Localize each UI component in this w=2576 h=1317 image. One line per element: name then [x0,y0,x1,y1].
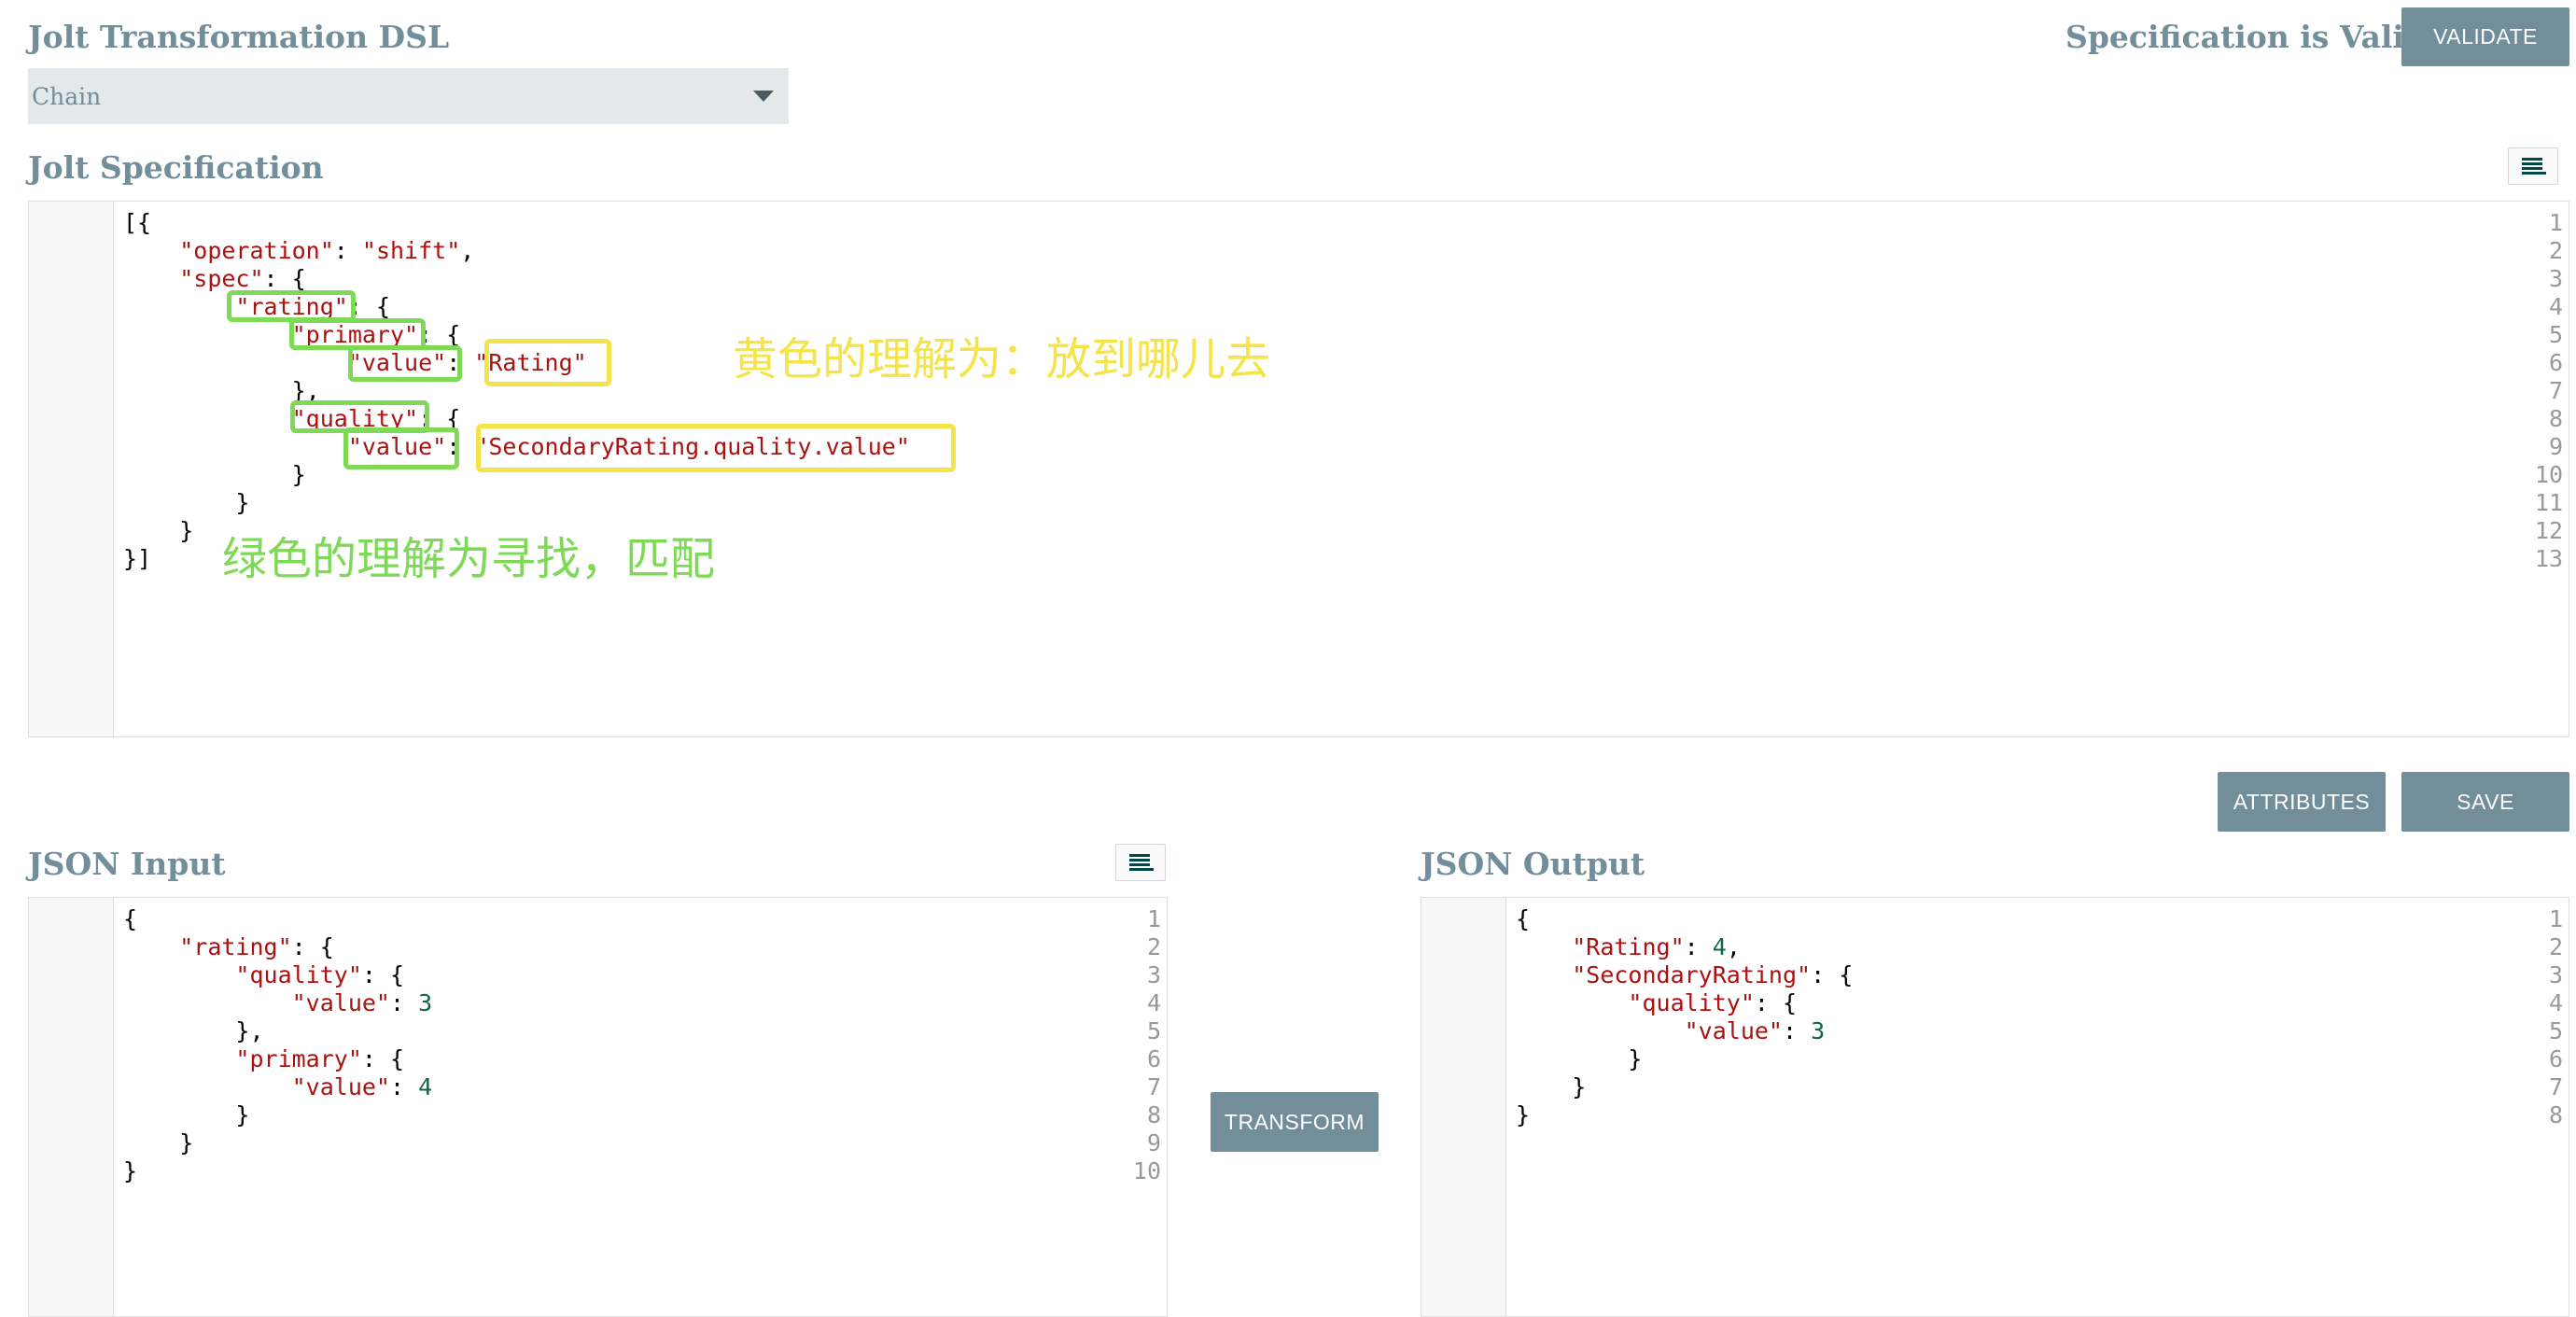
code-line: "value": 3 [1684,1017,1826,1044]
code-line: }, [123,377,320,404]
green-highlight-value-quality [343,427,459,469]
input-gutter [29,898,114,1316]
code-line: "spec": { [179,265,306,292]
line-number: 1 [1146,905,1161,932]
code-line: } [123,489,250,516]
green-highlight-value-primary [348,345,462,382]
line-number: 3 [1146,961,1161,988]
code-line: "primary": { [235,1045,405,1072]
code-line: } [123,517,194,544]
line-number: 9 [2548,433,2563,460]
line-number: 6 [2548,349,2563,376]
output-editor: 1{2 "Rating": 4, 3 "SecondaryRating": {4 … [1421,897,2569,1317]
line-number: 1 [2548,905,2563,932]
input-format-button[interactable] [1115,844,1166,881]
dsl-select-value: Chain [32,82,102,110]
code-line: "Rating": 4, [1572,933,1741,960]
validate-button[interactable]: VALIDATE [2401,7,2569,66]
yellow-note: 黄色的理解为：放到哪儿去 [733,333,1271,385]
spec-gutter [29,202,114,736]
line-number: 5 [2548,1017,2563,1044]
line-number: 9 [1146,1129,1161,1156]
line-number: 4 [1146,989,1161,1016]
code-line: } [123,461,306,488]
line-number: 1 [2548,209,2563,236]
line-number: 11 [2534,489,2563,516]
code-line: "quality": { [235,961,405,988]
code-line: "rating": { [179,933,334,960]
code-line: [{ [123,209,152,236]
save-button[interactable]: SAVE [2401,772,2569,832]
line-number: 2 [1146,933,1161,960]
line-number: 7 [2548,1073,2563,1100]
code-line: "SecondaryRating": { [1572,961,1854,988]
code-line: } [123,1129,194,1156]
code-line: } [1516,1073,1587,1100]
code-line: "value": 4 [291,1073,433,1100]
input-title: JSON Input [28,846,226,882]
yellow-highlight-rating-target [484,339,611,386]
spec-title: Jolt Specification [28,149,324,186]
line-number: 7 [2548,377,2563,404]
line-number: 3 [2548,961,2563,988]
chevron-down-icon [753,91,774,102]
code-line: }] [123,545,152,572]
code-line: }, [123,1017,264,1044]
code-line: } [1516,1101,1531,1128]
line-number: 6 [1146,1045,1161,1072]
line-number: 13 [2534,545,2563,572]
line-number: 4 [2548,989,2563,1016]
line-number: 5 [1146,1017,1161,1044]
line-number: 7 [1146,1073,1161,1100]
line-number: 5 [2548,321,2563,348]
line-number: 10 [2534,461,2563,488]
code-line: { [1516,905,1531,932]
line-number: 6 [2548,1045,2563,1072]
code-line: } [1516,1045,1643,1072]
page-title: Jolt Transformation DSL [28,19,450,55]
yellow-highlight-secondary-target [476,424,956,472]
spec-format-button[interactable] [2508,147,2558,185]
validation-status: Specification is Valid [2065,19,2426,55]
line-number: 2 [2548,237,2563,264]
line-number: 12 [2534,517,2563,544]
code-line: "value": 3 [291,989,433,1016]
code-line: } [123,1101,250,1128]
transform-button[interactable]: TRANSFORM [1211,1092,1379,1152]
code-line: { [123,905,138,932]
line-number: 2 [2548,933,2563,960]
green-highlight-rating [227,290,356,322]
output-title: JSON Output [1421,846,1645,882]
code-line: } [123,1157,138,1184]
input-editor[interactable]: 1 {2 "rating": { 3 "quality": { 4 "value": … [28,897,1168,1317]
green-note: 绿色的理解为寻找，匹配 [222,533,716,585]
line-number: 3 [2548,265,2563,292]
line-number: 8 [2548,1101,2563,1128]
output-gutter [1421,898,1506,1316]
line-number: 4 [2548,293,2563,320]
line-number: 10 [1132,1157,1161,1184]
attributes-button[interactable]: ATTRIBUTES [2218,772,2386,832]
dsl-select[interactable]: Chain [28,68,789,124]
line-number: 8 [1146,1101,1161,1128]
code-line: "quality": { [1628,989,1798,1016]
code-line: "operation": "shift", [179,237,475,264]
line-number: 8 [2548,405,2563,432]
